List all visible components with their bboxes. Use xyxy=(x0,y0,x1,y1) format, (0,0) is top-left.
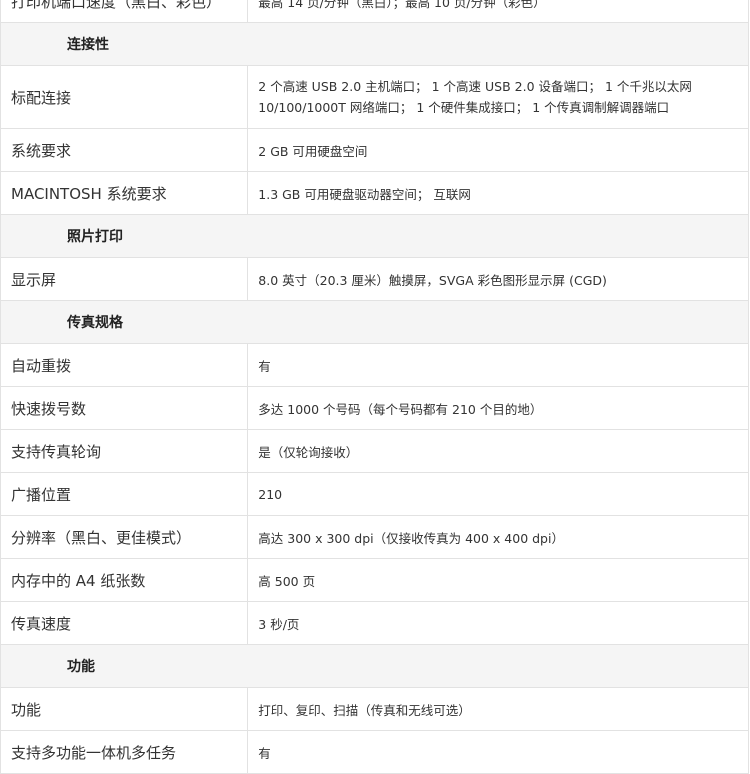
table-row: MACINTOSH 系统要求 1.3 GB 可用硬盘驱动器空间； 互联网 xyxy=(0,171,749,215)
table-row: 自动重拨 有 xyxy=(0,343,749,387)
spec-table: 打印机端口速度（黑白、彩色） 最高 14 页/分钟（黑白）；最高 10 页/分钟… xyxy=(0,0,749,774)
section-title: 照片打印 xyxy=(0,214,749,258)
spec-label: 显示屏 xyxy=(0,257,249,301)
spec-label: 广播位置 xyxy=(0,472,249,516)
spec-label: MACINTOSH 系统要求 xyxy=(0,171,249,215)
spec-label: 支持传真轮询 xyxy=(0,429,249,473)
section-header-connectivity: 连接性 xyxy=(0,22,749,66)
table-row: 内存中的 A4 纸张数 高 500 页 xyxy=(0,558,749,602)
spec-label: 内存中的 A4 纸张数 xyxy=(0,558,249,602)
spec-label: 快速拨号数 xyxy=(0,386,249,430)
spec-value: 1.3 GB 可用硬盘驱动器空间； 互联网 xyxy=(247,171,749,215)
spec-value: 最高 14 页/分钟（黑白）；最高 10 页/分钟（彩色） xyxy=(247,0,749,23)
spec-label: 打印机端口速度（黑白、彩色） xyxy=(0,0,249,23)
spec-value: 有 xyxy=(247,730,749,774)
table-row: 广播位置 210 xyxy=(0,472,749,516)
spec-label: 功能 xyxy=(0,687,249,731)
table-row: 系统要求 2 GB 可用硬盘空间 xyxy=(0,128,749,172)
table-row: 分辨率（黑白、更佳模式） 高达 300 x 300 dpi（仅接收传真为 400… xyxy=(0,515,749,559)
spec-value: 8.0 英寸（20.3 厘米）触摸屏，SVGA 彩色图形显示屏 (CGD) xyxy=(247,257,749,301)
spec-value: 打印、复印、扫描（传真和无线可选） xyxy=(247,687,749,731)
table-row: 传真速度 3 秒/页 xyxy=(0,601,749,645)
table-row: 打印机端口速度（黑白、彩色） 最高 14 页/分钟（黑白）；最高 10 页/分钟… xyxy=(0,0,749,23)
spec-value: 3 秒/页 xyxy=(247,601,749,645)
spec-value: 高达 300 x 300 dpi（仅接收传真为 400 x 400 dpi） xyxy=(247,515,749,559)
spec-value: 高 500 页 xyxy=(247,558,749,602)
spec-value: 有 xyxy=(247,343,749,387)
spec-value: 2 个高速 USB 2.0 主机端口； 1 个高速 USB 2.0 设备端口； … xyxy=(247,65,749,129)
spec-label: 系统要求 xyxy=(0,128,249,172)
table-row: 快速拨号数 多达 1000 个号码（每个号码都有 210 个目的地） xyxy=(0,386,749,430)
spec-label: 标配连接 xyxy=(0,65,249,129)
spec-label: 传真速度 xyxy=(0,601,249,645)
spec-value: 210 xyxy=(247,472,749,516)
table-row: 显示屏 8.0 英寸（20.3 厘米）触摸屏，SVGA 彩色图形显示屏 (CGD… xyxy=(0,257,749,301)
spec-value: 多达 1000 个号码（每个号码都有 210 个目的地） xyxy=(247,386,749,430)
section-title: 连接性 xyxy=(0,22,749,66)
table-row: 支持多功能一体机多任务 有 xyxy=(0,730,749,774)
section-header-fax-specs: 传真规格 xyxy=(0,300,749,344)
spec-label: 自动重拨 xyxy=(0,343,249,387)
section-header-features: 功能 xyxy=(0,644,749,688)
table-row: 标配连接 2 个高速 USB 2.0 主机端口； 1 个高速 USB 2.0 设… xyxy=(0,65,749,129)
table-row: 功能 打印、复印、扫描（传真和无线可选） xyxy=(0,687,749,731)
spec-label: 支持多功能一体机多任务 xyxy=(0,730,249,774)
section-title: 传真规格 xyxy=(0,300,749,344)
spec-value: 是（仅轮询接收） xyxy=(247,429,749,473)
section-header-photo-printing: 照片打印 xyxy=(0,214,749,258)
spec-label: 分辨率（黑白、更佳模式） xyxy=(0,515,249,559)
section-title: 功能 xyxy=(0,644,749,688)
spec-value: 2 GB 可用硬盘空间 xyxy=(247,128,749,172)
table-row: 支持传真轮询 是（仅轮询接收） xyxy=(0,429,749,473)
